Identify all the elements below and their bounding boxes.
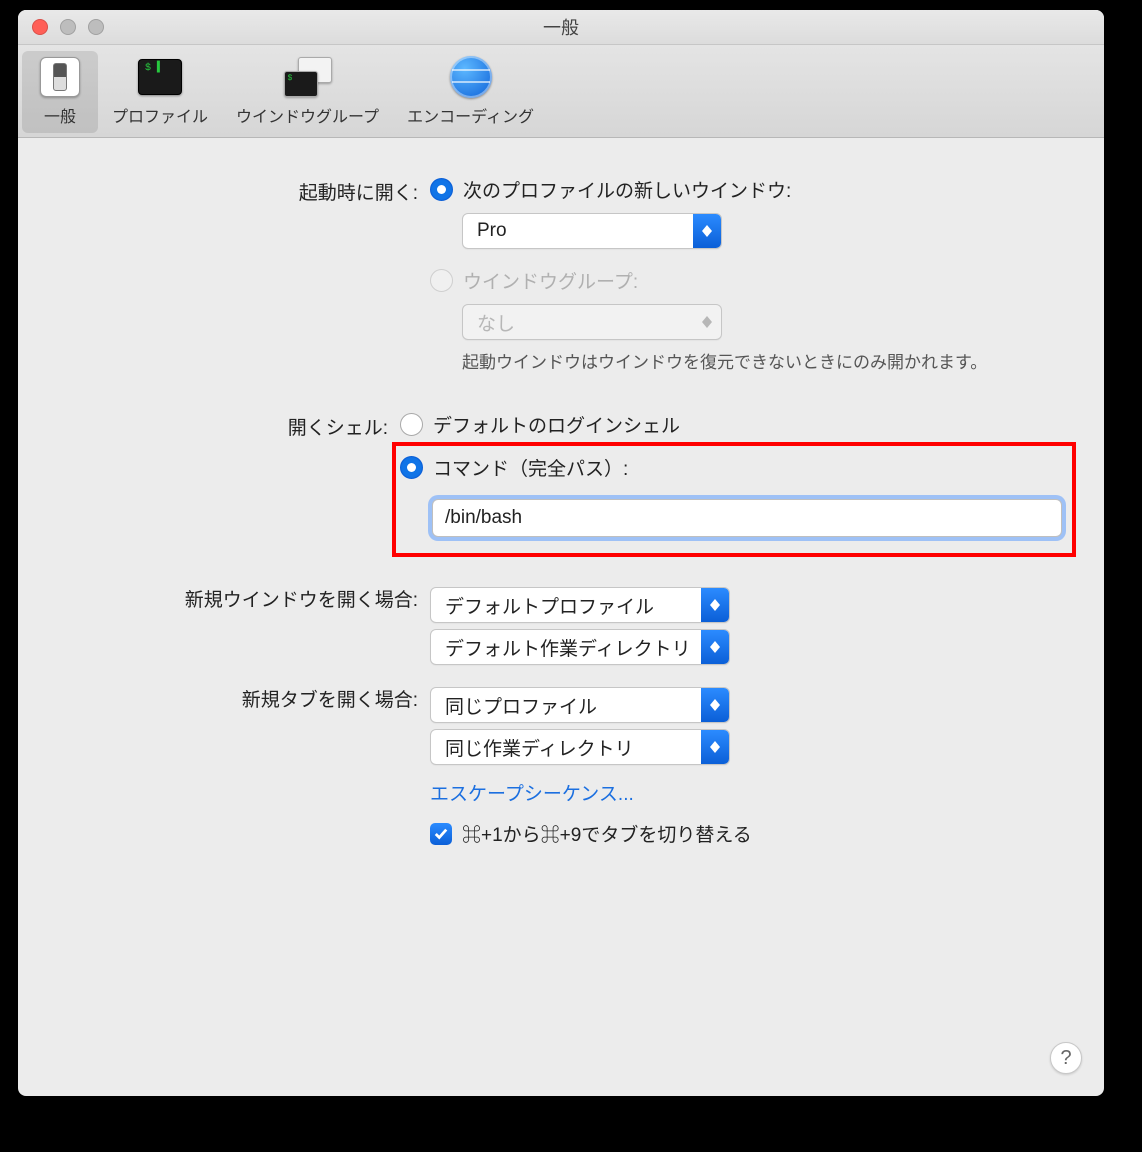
- checkbox-label: ⌘+1から⌘+9でタブを切り替える: [462, 820, 752, 847]
- radio-label: コマンド（完全パス）:: [433, 454, 628, 481]
- profile-select[interactable]: Pro: [462, 213, 722, 249]
- tab-label: プロファイル: [112, 103, 208, 127]
- select-value: なし: [477, 309, 515, 336]
- radio-command-path[interactable]: [400, 456, 423, 479]
- radio-label: ウインドウグループ:: [463, 267, 638, 294]
- radio-label: 次のプロファイルの新しいウインドウ:: [463, 176, 791, 203]
- select-value: Pro: [477, 220, 507, 242]
- tab-label: ウインドウグループ: [236, 103, 379, 127]
- chevron-updown-icon: [701, 688, 729, 722]
- content: 起動時に開く: 次のプロファイルの新しいウインドウ: Pro: [18, 138, 1104, 897]
- new-window-profile-select[interactable]: デフォルトプロファイル: [430, 587, 730, 623]
- chevron-updown-icon: [693, 305, 721, 339]
- tab-general[interactable]: 一般: [22, 51, 98, 133]
- on-startup-label: 起動時に開く:: [58, 174, 430, 205]
- chevron-updown-icon: [701, 588, 729, 622]
- chevron-updown-icon: [701, 630, 729, 664]
- toolbar: 一般 $ ▍ プロファイル ウインドウグループ エンコーディング: [18, 45, 1104, 138]
- radio-window-group[interactable]: [430, 269, 453, 292]
- help-button[interactable]: ?: [1050, 1042, 1082, 1074]
- window-group-select: なし: [462, 304, 722, 340]
- startup-hint: 起動ウインドウはウインドウを復元できないときにのみ開かれます。: [462, 348, 1064, 373]
- tab-encoding[interactable]: エンコーディング: [393, 51, 548, 133]
- command-path-input[interactable]: [432, 499, 1062, 537]
- select-value: デフォルトプロファイル: [445, 592, 654, 619]
- new-window-dir-select[interactable]: デフォルト作業ディレクトリ: [430, 629, 730, 665]
- new-tab-label: 新規タブを開く場合:: [58, 681, 430, 712]
- switch-tabs-checkbox[interactable]: [430, 823, 452, 845]
- titlebar: 一般: [18, 10, 1104, 45]
- radio-label: デフォルトのログインシェル: [433, 411, 680, 438]
- window-title: 一般: [18, 14, 1104, 40]
- tab-label: エンコーディング: [407, 103, 534, 127]
- window-groups-icon: [284, 55, 332, 99]
- tab-label: 一般: [44, 103, 76, 127]
- radio-default-login-shell[interactable]: [400, 413, 423, 436]
- preferences-window: 一般 一般 $ ▍ プロファイル ウインドウグループ エンコーディング 起動時に…: [18, 10, 1104, 1096]
- select-value: デフォルト作業ディレクトリ: [445, 634, 691, 661]
- select-value: 同じプロファイル: [445, 692, 597, 719]
- chevron-updown-icon: [701, 730, 729, 764]
- tab-window-groups[interactable]: ウインドウグループ: [222, 51, 393, 133]
- command-highlight-box: コマンド（完全パス）:: [392, 442, 1076, 557]
- general-icon: [36, 55, 84, 99]
- tab-profiles[interactable]: $ ▍ プロファイル: [98, 51, 222, 133]
- question-icon: ?: [1060, 1047, 1071, 1070]
- new-tab-profile-select[interactable]: 同じプロファイル: [430, 687, 730, 723]
- radio-new-window-profile[interactable]: [430, 178, 453, 201]
- new-window-label: 新規ウインドウを開く場合:: [58, 581, 430, 612]
- chevron-updown-icon: [693, 214, 721, 248]
- escape-sequences-link[interactable]: エスケープシーケンス...: [430, 784, 634, 805]
- profile-icon: $ ▍: [136, 55, 184, 99]
- new-tab-dir-select[interactable]: 同じ作業ディレクトリ: [430, 729, 730, 765]
- globe-icon: [447, 55, 495, 99]
- open-shell-label: 開くシェル:: [58, 409, 400, 440]
- select-value: 同じ作業ディレクトリ: [445, 734, 634, 761]
